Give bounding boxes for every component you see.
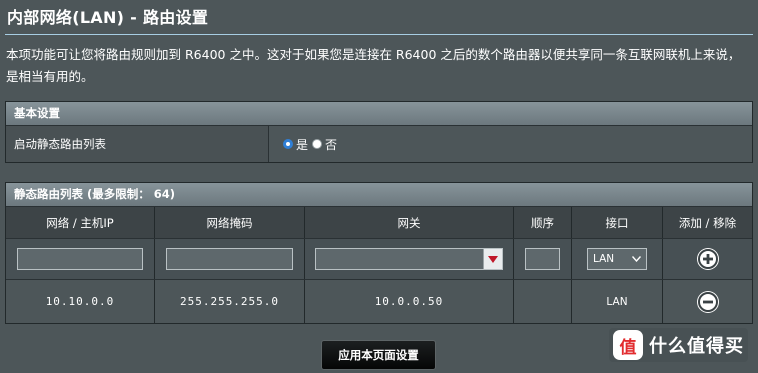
gateway-dropdown-button[interactable] — [483, 249, 502, 269]
route-table-section: 静态路由列表 (最多限制： 64) 网络 / 主机IP 网络掩码 网关 顺序 接… — [5, 182, 753, 324]
col-header-metric: 顺序 — [514, 207, 572, 238]
col-header-gateway: 网关 — [305, 207, 514, 238]
static-route-row: 启动静态路由列表 是 否 — [6, 125, 752, 162]
gateway-input[interactable] — [315, 248, 503, 270]
metric-input[interactable] — [525, 248, 560, 270]
col-header-netmask: 网络掩码 — [155, 207, 305, 238]
col-header-add-remove: 添加 / 移除 — [678, 215, 737, 230]
route-table-column-headers: 网络 / 主机IP 网络掩码 网关 顺序 接口 添加 / 移除 — [6, 206, 752, 238]
row-metric — [514, 280, 572, 323]
basic-settings-header: 基本设置 — [6, 102, 752, 125]
interface-select-value: LAN — [593, 253, 615, 265]
row-interface: LAN — [572, 280, 663, 323]
triangle-down-icon — [488, 255, 498, 263]
page-title: 内部网络(LAN) - 路由设置 — [7, 8, 209, 27]
chevron-down-icon — [632, 256, 641, 262]
radio-yes-label[interactable]: 是 — [296, 136, 308, 153]
new-route-row: LAN — [6, 238, 752, 279]
watermark-logo: 值 — [613, 330, 643, 360]
col-header-network: 网络 / 主机IP — [6, 207, 155, 238]
static-route-radio-group: 是 否 — [269, 126, 752, 162]
route-table-header: 静态路由列表 (最多限制： 64) — [6, 183, 752, 206]
static-route-label: 启动静态路由列表 — [6, 126, 269, 162]
basic-settings-section: 基本设置 启动静态路由列表 是 否 — [5, 101, 753, 163]
watermark: 值 什么值得买 — [609, 328, 748, 362]
table-row: 10.10.0.0 255.255.255.0 10.0.0.50 LAN — [6, 279, 752, 323]
watermark-text: 什么值得买 — [649, 336, 744, 357]
add-route-button[interactable] — [696, 248, 719, 270]
radio-yes[interactable] — [283, 139, 293, 149]
radio-no-label[interactable]: 否 — [325, 136, 337, 153]
interface-select[interactable]: LAN — [587, 248, 647, 270]
col-header-interface: 接口 — [572, 207, 663, 238]
row-netmask: 255.255.255.0 — [155, 280, 305, 323]
apply-settings-button[interactable]: 应用本页面设置 — [321, 340, 436, 370]
netmask-input[interactable] — [166, 248, 293, 270]
row-network: 10.10.0.0 — [6, 280, 155, 323]
radio-no[interactable] — [312, 139, 323, 149]
title-divider — [5, 34, 753, 35]
minus-circle-icon — [697, 291, 718, 312]
row-gateway: 10.0.0.50 — [305, 280, 514, 323]
remove-route-button[interactable] — [696, 290, 719, 313]
network-input[interactable] — [17, 248, 143, 270]
plus-circle-icon — [697, 249, 718, 269]
page-description: 本项功能可让您将路由规则加到 R6400 之中。这对于如果您是连接在 R6400… — [6, 47, 741, 84]
